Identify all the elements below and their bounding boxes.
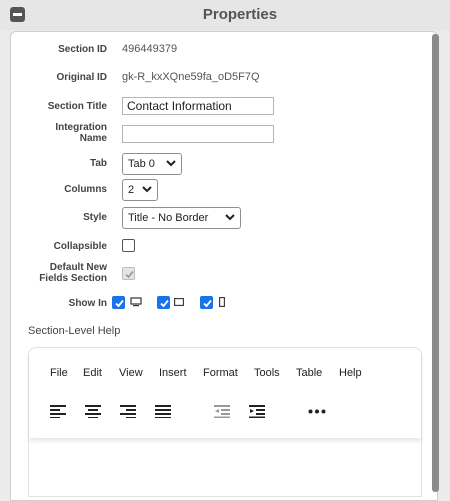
default-new-fields-checkbox bbox=[122, 267, 135, 280]
original-id-value: gk-R_kxXQne59fa_oD5F7Q bbox=[122, 71, 260, 83]
style-label: Style bbox=[83, 212, 107, 223]
tab-select-value: Tab 0 bbox=[128, 158, 155, 170]
align-center-icon[interactable] bbox=[85, 404, 101, 418]
chevron-down-icon bbox=[225, 214, 235, 221]
style-select[interactable]: Title - No Border bbox=[122, 207, 241, 229]
tablet-icon bbox=[174, 298, 184, 306]
menu-tools[interactable]: Tools bbox=[254, 367, 280, 379]
style-select-value: Title - No Border bbox=[128, 212, 209, 224]
collapsible-label: Collapsible bbox=[53, 241, 107, 252]
show-in-desktop-checkbox[interactable] bbox=[112, 296, 125, 309]
default-new-fields-label: Default New Fields Section bbox=[39, 262, 107, 284]
align-left-icon[interactable] bbox=[50, 404, 66, 418]
menu-table[interactable]: Table bbox=[296, 367, 322, 379]
scrollbar[interactable] bbox=[432, 34, 439, 492]
rich-text-editor[interactable]: File Edit View Insert Format Tools Table… bbox=[28, 347, 422, 497]
checkmark-icon bbox=[203, 299, 212, 308]
tab-select[interactable]: Tab 0 bbox=[122, 153, 182, 175]
checkmark-icon bbox=[115, 299, 124, 308]
align-right-icon[interactable] bbox=[120, 404, 136, 418]
checkmark-icon bbox=[125, 270, 134, 279]
menu-edit[interactable]: Edit bbox=[83, 367, 102, 379]
menu-file[interactable]: File bbox=[50, 367, 68, 379]
indent-icon[interactable] bbox=[249, 404, 265, 418]
section-id-label: Section ID bbox=[58, 44, 107, 55]
show-in-tablet-checkbox[interactable] bbox=[157, 296, 170, 309]
justify-icon[interactable] bbox=[155, 404, 171, 418]
section-level-help-label: Section-Level Help bbox=[28, 325, 121, 337]
menu-format[interactable]: Format bbox=[203, 367, 238, 379]
collapsible-checkbox[interactable] bbox=[122, 239, 135, 252]
columns-select[interactable]: 2 bbox=[122, 179, 158, 201]
editor-toolbar: File Edit View Insert Format Tools Table… bbox=[29, 348, 421, 438]
chevron-down-icon bbox=[166, 160, 176, 167]
menu-help[interactable]: Help bbox=[339, 367, 362, 379]
chevron-down-icon bbox=[142, 186, 152, 193]
checkmark-icon bbox=[160, 299, 169, 308]
section-id-value: 496449379 bbox=[122, 43, 178, 55]
section-title-label: Section Title bbox=[47, 101, 107, 112]
menu-view[interactable]: View bbox=[119, 367, 143, 379]
original-id-label: Original ID bbox=[56, 72, 107, 83]
section-title-input[interactable] bbox=[122, 97, 274, 115]
desktop-icon bbox=[130, 297, 142, 307]
phone-icon bbox=[219, 297, 225, 307]
columns-label: Columns bbox=[64, 184, 107, 195]
show-in-phone-checkbox[interactable] bbox=[200, 296, 213, 309]
panel-title: Properties bbox=[202, 6, 278, 23]
menu-insert[interactable]: Insert bbox=[159, 367, 187, 379]
tab-label: Tab bbox=[89, 158, 107, 169]
more-icon[interactable] bbox=[308, 409, 326, 414]
integration-name-input[interactable] bbox=[122, 125, 274, 143]
columns-select-value: 2 bbox=[128, 184, 135, 196]
show-in-label: Show In bbox=[68, 298, 107, 309]
outdent-icon[interactable] bbox=[214, 404, 230, 418]
integration-name-label: Integration Name bbox=[55, 122, 107, 144]
properties-header: Properties bbox=[0, 0, 450, 30]
